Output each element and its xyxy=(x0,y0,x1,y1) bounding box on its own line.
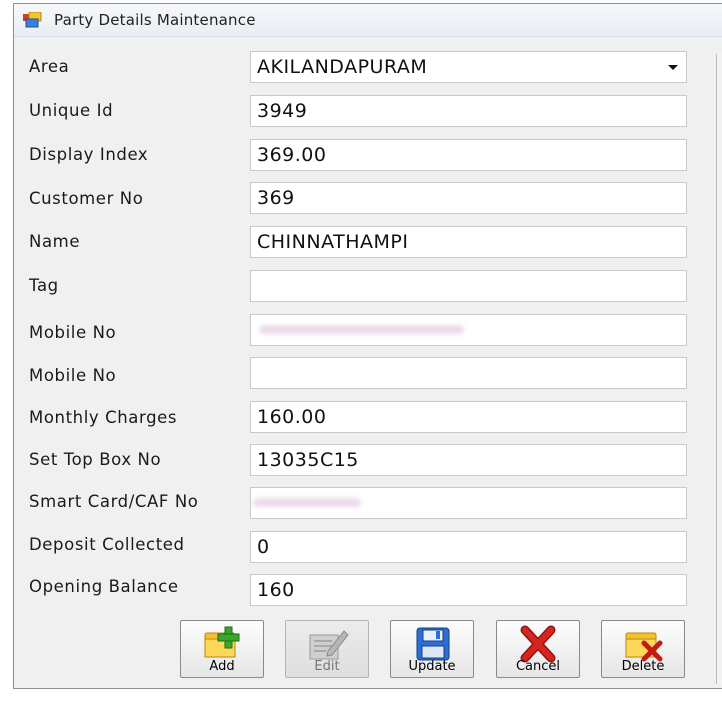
smart-card-caf-no-label: Smart Card/CAF No xyxy=(29,492,199,511)
area-value: AKILANDAPURAM xyxy=(257,56,428,78)
tag-field[interactable] xyxy=(250,270,687,302)
unique-id-field[interactable]: 3949 xyxy=(250,95,687,127)
opening-balance-field[interactable]: 160 xyxy=(250,574,687,606)
set-top-box-no-label: Set Top Box No xyxy=(29,450,162,469)
red-x-icon xyxy=(520,625,556,663)
tag-label: Tag xyxy=(29,276,59,295)
deposit-collected-field[interactable]: 0 xyxy=(250,531,687,563)
opening-balance-label: Opening Balance xyxy=(29,577,179,596)
smart-card-caf-no-field[interactable] xyxy=(250,487,687,519)
mobile-no-1-field[interactable] xyxy=(250,314,687,346)
set-top-box-no-field[interactable]: 13035C15 xyxy=(250,444,687,476)
edit-pencil-icon xyxy=(309,630,349,660)
party-details-window: Party Details Maintenance Area AKILANDAP… xyxy=(13,3,722,689)
deposit-collected-label: Deposit Collected xyxy=(29,535,185,554)
cancel-button[interactable]: Cancel xyxy=(496,620,580,678)
form-window-icon xyxy=(23,11,43,28)
area-label: Area xyxy=(29,57,70,76)
customer-no-field[interactable]: 369 xyxy=(250,182,687,214)
mobile-no-2-field[interactable] xyxy=(250,357,687,389)
display-index-label: Display Index xyxy=(29,145,149,164)
mobile-no-2-label: Mobile No xyxy=(29,366,117,385)
panel-border xyxy=(716,54,722,684)
add-button-label: Add xyxy=(209,659,235,674)
delete-icon xyxy=(625,632,663,662)
add-plus-icon xyxy=(204,626,240,658)
update-button-label: Update xyxy=(408,659,456,674)
chevron-down-icon[interactable] xyxy=(668,65,678,70)
monthly-charges-label: Monthly Charges xyxy=(29,408,178,427)
display-index-field[interactable]: 369.00 xyxy=(250,139,687,171)
unique-id-label: Unique Id xyxy=(29,101,114,120)
edit-button[interactable]: Edit xyxy=(285,620,369,678)
edit-button-label: Edit xyxy=(314,659,340,674)
delete-button[interactable]: Delete xyxy=(601,620,685,678)
name-field[interactable]: CHINNATHAMPI xyxy=(250,226,687,258)
cancel-button-label: Cancel xyxy=(515,659,561,674)
update-button[interactable]: Update xyxy=(390,620,474,678)
monthly-charges-field[interactable]: 160.00 xyxy=(250,401,687,433)
add-button[interactable]: Add xyxy=(180,620,264,678)
delete-button-label: Delete xyxy=(621,659,665,674)
redacted-mask xyxy=(259,325,464,334)
window-title: Party Details Maintenance xyxy=(54,11,256,29)
redacted-mask xyxy=(253,498,361,507)
area-dropdown[interactable]: AKILANDAPURAM xyxy=(250,51,687,83)
name-label: Name xyxy=(29,232,81,251)
mobile-no-1-label: Mobile No xyxy=(29,323,117,342)
floppy-disk-icon xyxy=(416,627,450,661)
customer-no-label: Customer No xyxy=(29,189,144,208)
title-bar: Party Details Maintenance xyxy=(14,4,722,37)
